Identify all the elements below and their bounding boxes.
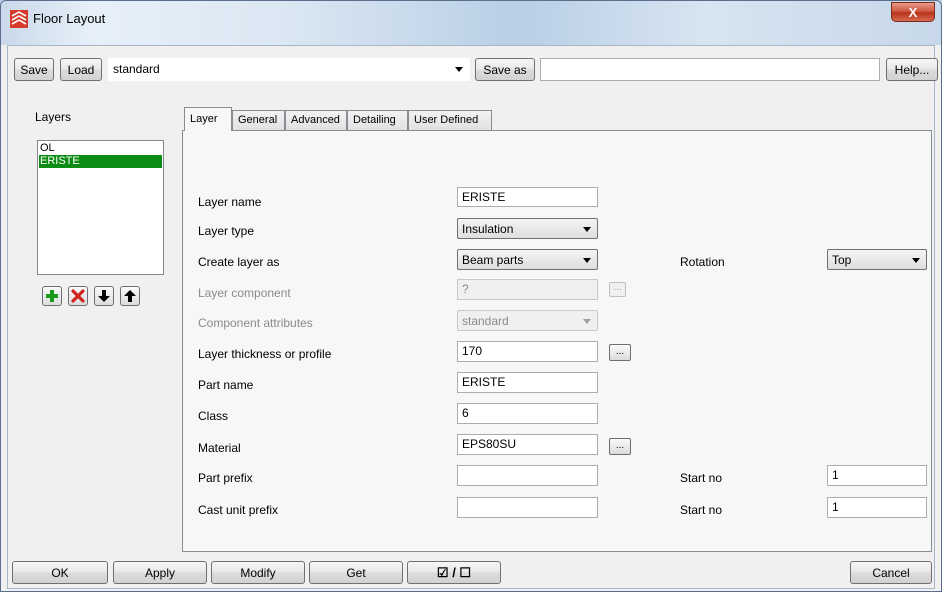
cast-start-no-input[interactable]: 1 bbox=[827, 497, 927, 518]
dialog-client: Save Load standard Save as Help... Layer… bbox=[7, 45, 938, 589]
chevron-down-icon bbox=[583, 258, 591, 263]
delete-layer-button[interactable] bbox=[68, 286, 88, 306]
chevron-down-icon bbox=[583, 227, 591, 232]
component-browse-button[interactable]: ... bbox=[609, 282, 626, 297]
apply-button[interactable]: Apply bbox=[113, 561, 207, 584]
part-prefix-input[interactable] bbox=[457, 465, 598, 486]
chevron-down-icon bbox=[583, 319, 591, 324]
chevron-down-icon bbox=[912, 258, 920, 263]
help-button[interactable]: Help... bbox=[886, 58, 938, 81]
floor-layout-window: Floor Layout X Save Load standard Save a… bbox=[0, 0, 942, 592]
bottom-button-bar: OK Apply Modify Get ☑ / ☐ Cancel bbox=[8, 556, 934, 588]
layer-name-label: Layer name bbox=[198, 195, 262, 209]
arrow-up-icon bbox=[124, 290, 136, 302]
rotation-label: Rotation bbox=[680, 255, 725, 269]
material-browse-button[interactable]: ... bbox=[609, 438, 631, 455]
thickness-label: Layer thickness or profile bbox=[198, 347, 332, 361]
tab-layer[interactable]: Layer bbox=[184, 107, 232, 131]
close-button[interactable]: X bbox=[891, 2, 935, 22]
tab-advanced[interactable]: Advanced bbox=[285, 110, 347, 131]
get-button[interactable]: Get bbox=[309, 561, 403, 584]
save-button[interactable]: Save bbox=[14, 58, 54, 81]
app-icon bbox=[10, 10, 28, 28]
save-as-button[interactable]: Save as bbox=[475, 58, 535, 81]
class-label: Class bbox=[198, 409, 229, 423]
move-up-button[interactable] bbox=[120, 286, 140, 306]
move-down-button[interactable] bbox=[94, 286, 114, 306]
tab-detailing[interactable]: Detailing bbox=[347, 110, 408, 131]
material-label: Material bbox=[198, 441, 241, 455]
add-layer-button[interactable] bbox=[42, 286, 62, 306]
component-attributes-label: Component attributes bbox=[198, 316, 313, 330]
part-name-input[interactable]: ERISTE bbox=[457, 372, 598, 393]
create-as-label: Create layer as bbox=[198, 255, 280, 269]
rotation-value: Top bbox=[832, 253, 852, 267]
modify-button[interactable]: Modify bbox=[211, 561, 305, 584]
toggle-all-button[interactable]: ☑ / ☐ bbox=[407, 561, 501, 584]
layer-type-value: Insulation bbox=[462, 222, 514, 236]
title-bar[interactable]: Floor Layout X bbox=[1, 1, 941, 45]
component-attributes-value: standard bbox=[462, 314, 509, 328]
rotation-select[interactable]: Top bbox=[827, 249, 927, 270]
cast-unit-prefix-label: Cast unit prefix bbox=[198, 503, 279, 517]
cast-unit-prefix-input[interactable] bbox=[457, 497, 598, 518]
layers-heading: Layers bbox=[35, 110, 72, 124]
list-item[interactable]: OL bbox=[39, 142, 162, 155]
save-as-input[interactable] bbox=[540, 58, 880, 81]
ok-button[interactable]: OK bbox=[12, 561, 108, 584]
create-as-value: Beam parts bbox=[462, 253, 524, 267]
layer-component-label: Layer component bbox=[198, 286, 291, 300]
cancel-button[interactable]: Cancel bbox=[850, 561, 932, 584]
preset-value: standard bbox=[113, 62, 160, 76]
part-name-label: Part name bbox=[198, 378, 254, 392]
thickness-input[interactable]: 170 bbox=[457, 341, 598, 362]
tab-general[interactable]: General bbox=[232, 110, 285, 131]
component-attributes-select[interactable]: standard bbox=[457, 310, 598, 331]
layer-type-select[interactable]: Insulation bbox=[457, 218, 598, 239]
part-prefix-label: Part prefix bbox=[198, 471, 253, 485]
preset-select[interactable]: standard bbox=[108, 58, 470, 81]
layer-name-input[interactable]: ERISTE bbox=[457, 187, 598, 207]
layer-type-label: Layer type bbox=[198, 224, 255, 238]
delete-icon bbox=[71, 289, 85, 303]
layer-component-input[interactable]: ? bbox=[457, 279, 598, 300]
arrow-down-icon bbox=[98, 290, 110, 302]
tab-panel-layer: Layer name ERISTE Layer type Insulation … bbox=[182, 130, 932, 552]
layers-list[interactable]: OL ERISTE bbox=[37, 140, 164, 275]
class-input[interactable]: 6 bbox=[457, 403, 598, 424]
close-icon: X bbox=[908, 4, 918, 20]
cast-start-no-label: Start no bbox=[680, 503, 723, 517]
tab-user-defined[interactable]: User Defined bbox=[408, 110, 492, 131]
list-item[interactable]: ERISTE bbox=[39, 155, 162, 168]
plus-icon bbox=[46, 290, 58, 302]
create-as-select[interactable]: Beam parts bbox=[457, 249, 598, 270]
material-input[interactable]: EPS80SU bbox=[457, 434, 598, 455]
load-button[interactable]: Load bbox=[60, 58, 102, 81]
window-title: Floor Layout bbox=[33, 11, 106, 26]
part-start-no-label: Start no bbox=[680, 471, 723, 485]
chevron-down-icon bbox=[455, 67, 463, 72]
part-start-no-input[interactable]: 1 bbox=[827, 465, 927, 486]
thickness-browse-button[interactable]: ... bbox=[609, 344, 631, 361]
